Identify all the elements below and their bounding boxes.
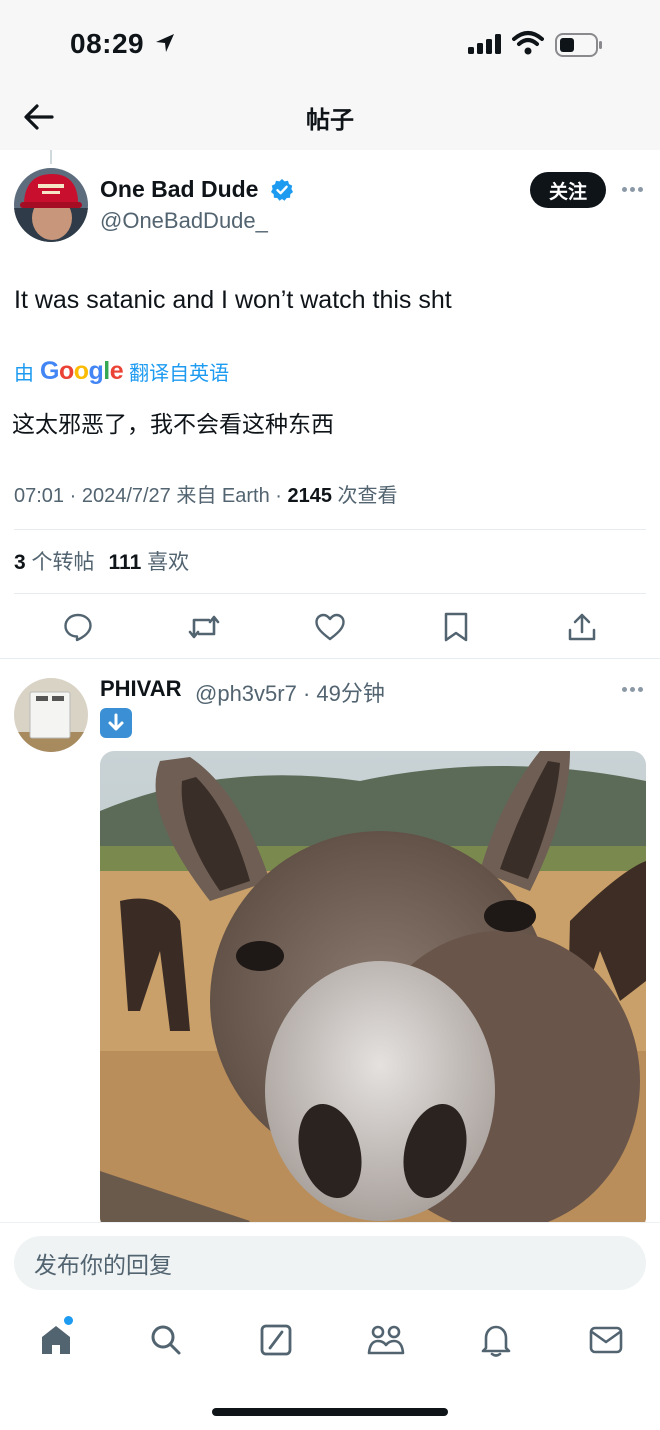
engagement-stats[interactable]: 3 个转帖 111 喜欢 xyxy=(14,546,189,576)
repost-count: 3 xyxy=(14,551,26,574)
battery-icon xyxy=(555,33,602,57)
repost-label: 个转帖 xyxy=(25,551,95,574)
notifications-icon xyxy=(481,1325,511,1357)
home-icon xyxy=(42,1326,70,1354)
tab-messages[interactable] xyxy=(586,1320,626,1360)
location-arrow-icon xyxy=(156,34,174,52)
down-arrow-emoji-icon xyxy=(100,708,132,738)
tab-grok[interactable] xyxy=(256,1320,296,1360)
like-button[interactable] xyxy=(310,607,350,647)
translate-suffix: 翻译自英语 xyxy=(129,362,230,385)
signal-icon xyxy=(468,34,501,54)
more-options-icon[interactable] xyxy=(622,187,644,193)
follow-button[interactable]: 关注 xyxy=(530,172,606,208)
retweet-icon xyxy=(188,615,220,639)
view-count: 2145 xyxy=(287,485,333,507)
google-logo: Google xyxy=(40,356,124,385)
reply-author-handle[interactable]: @ph3v5r7 · 49分钟 xyxy=(195,676,385,708)
reply-author-avatar[interactable] xyxy=(14,678,88,752)
retweet-button[interactable] xyxy=(184,607,224,647)
tweet-text: It was satanic and I won’t watch this sh… xyxy=(14,286,452,314)
author-name[interactable]: One Bad Dude xyxy=(100,176,258,203)
like-label: 喜欢 xyxy=(141,551,190,574)
divider xyxy=(14,529,646,530)
tweet-meta: 07:01 · 2024/7/27 来自 Earth · 2145 次查看 xyxy=(14,479,398,508)
tab-communities[interactable] xyxy=(366,1320,406,1360)
view-label: 次查看 xyxy=(332,485,398,507)
translation-attribution[interactable]: 由 Google 翻译自英语 xyxy=(14,356,229,386)
reply-icon xyxy=(64,613,92,642)
divider xyxy=(14,593,646,594)
tweet-timestamp: 07:01 · 2024/7/27 来自 Earth · xyxy=(14,485,288,507)
communities-icon xyxy=(367,1325,405,1355)
status-time: 08:29 xyxy=(70,28,145,59)
reply-button[interactable] xyxy=(58,607,98,647)
notification-dot xyxy=(64,1316,73,1325)
wifi-icon xyxy=(512,31,544,55)
bookmark-icon xyxy=(444,612,468,642)
search-icon xyxy=(151,1325,181,1355)
reply-media-image[interactable] xyxy=(100,751,646,1231)
bookmark-button[interactable] xyxy=(436,607,476,647)
tab-search[interactable] xyxy=(146,1320,186,1360)
translated-text: 这太邪恶了，我不会看这种东西 xyxy=(12,411,334,437)
like-icon xyxy=(315,613,345,641)
author-handle[interactable]: @OneBadDude_ xyxy=(100,208,268,234)
verified-badge-icon xyxy=(271,179,293,201)
divider xyxy=(0,658,660,659)
tab-home[interactable] xyxy=(36,1320,76,1360)
reply-author-name[interactable]: PHIVAR xyxy=(100,676,182,702)
tab-notifications[interactable] xyxy=(476,1320,516,1360)
grok-icon xyxy=(260,1324,292,1356)
share-icon xyxy=(568,613,596,641)
like-count: 111 xyxy=(108,551,142,574)
page-title: 帖子 xyxy=(306,107,354,134)
thread-line xyxy=(50,150,52,164)
author-avatar[interactable] xyxy=(14,168,88,242)
reply-more-options-icon[interactable] xyxy=(622,687,644,693)
messages-icon xyxy=(589,1326,623,1354)
reply-input[interactable]: 发布你的回复 xyxy=(14,1236,646,1290)
translate-prefix: 由 xyxy=(14,362,34,385)
home-indicator xyxy=(212,1408,448,1416)
share-button[interactable] xyxy=(562,607,602,647)
